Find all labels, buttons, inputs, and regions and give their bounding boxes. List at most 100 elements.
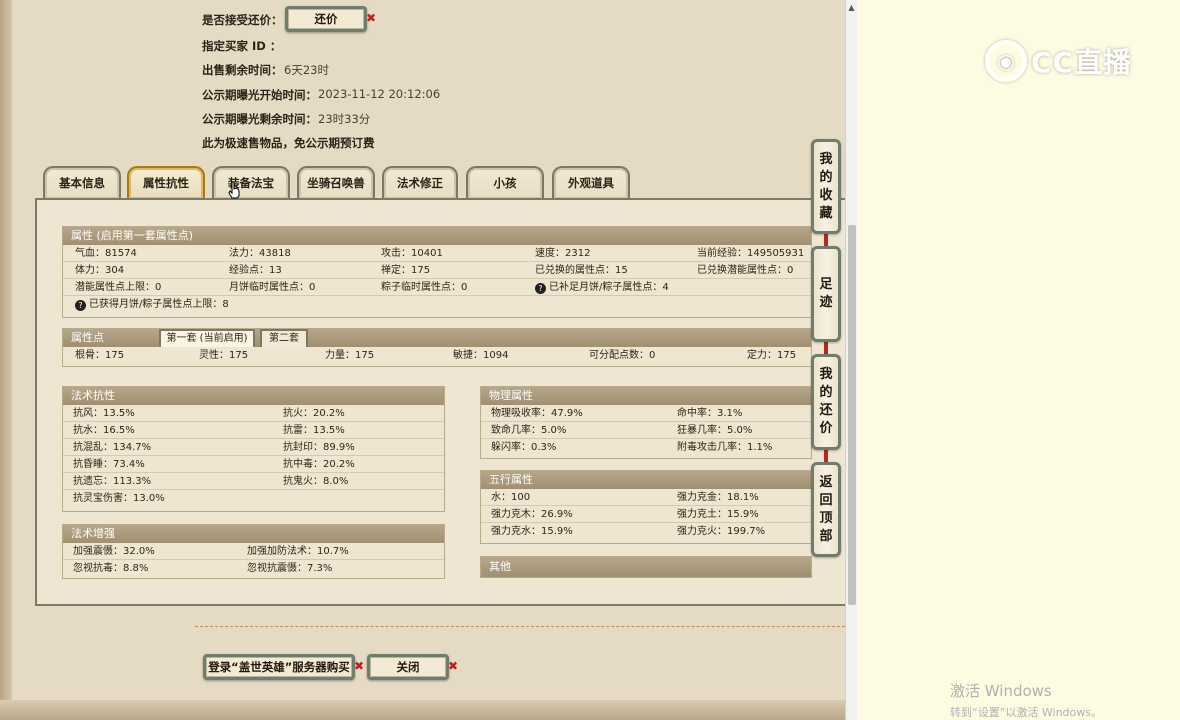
close-button[interactable]: 关闭 xyxy=(367,654,449,680)
my-counter-offers-button[interactable]: 我的还价 xyxy=(811,354,841,450)
counter-offer-button[interactable]: 还价 xyxy=(285,6,367,32)
spell-resist-header: 法术抗性 xyxy=(63,387,444,405)
resist-poison: 抗中毒：20.2% xyxy=(283,459,355,470)
attributes-section: 属性 (启用第一套属性点) 气血：81574 法力：43818 攻击：10401… xyxy=(62,226,812,318)
spell-boost-header: 法术增强 xyxy=(63,525,444,543)
table-row: 体力：304 经验点：13 禅定：175 已兑换的属性点：15 已兑换潜能属性点… xyxy=(63,262,811,279)
stat-exchanged-points: 已兑换的属性点：15 xyxy=(535,265,628,276)
buyer-id-label: 指定买家 ID ： xyxy=(202,39,282,53)
left-border xyxy=(0,0,12,720)
phys-crit: 致命几率：5.0% xyxy=(491,425,567,436)
phys-poison-attack: 附毒攻击几率：1.1% xyxy=(677,442,773,453)
resist-water: 抗水：16.5% xyxy=(73,425,135,436)
vertical-scrollbar[interactable]: ▲ xyxy=(845,0,857,720)
fast-sale-note: 此为极速售物品，免公示期预订费 xyxy=(202,136,375,150)
subtab-second-set[interactable]: 第二套 xyxy=(260,329,308,347)
table-row: 抗混乱：134.7% 抗封印：89.9% xyxy=(63,439,444,456)
stat-free-points: 可分配点数：0 xyxy=(589,350,656,361)
stat-strength: 力量：175 xyxy=(325,350,375,361)
table-row: 致命几率：5.0% 狂暴几率：5.0% xyxy=(481,422,811,439)
exposure-remaining-value: 23时33分 xyxy=(318,112,371,126)
question-icon[interactable]: ? xyxy=(535,283,546,294)
stat-exp: 当前经验：149505931 xyxy=(697,248,805,259)
scroll-up-arrow-icon[interactable]: ▲ xyxy=(846,2,857,13)
table-row: 强力克木：26.9% 强力克土：15.9% xyxy=(481,506,811,523)
phys-absorb: 物理吸收率：47.9% xyxy=(491,408,583,419)
tab-basic-info[interactable]: 基本信息 xyxy=(43,166,121,199)
accept-counter-label: 是否接受还价： xyxy=(202,13,283,27)
table-row: 潜能属性点上限：0 月饼临时属性点：0 粽子临时属性点：0 ? 已补足月饼/粽子属… xyxy=(63,279,811,296)
counter-metal: 强力克金：18.1% xyxy=(677,492,759,503)
ignore-shock: 忽视抗震慑：7.3% xyxy=(247,563,333,574)
table-row: 物理吸收率：47.9% 命中率：3.1% xyxy=(481,405,811,422)
close-x-icon: ✖ xyxy=(354,659,365,673)
resist-ghostfire: 抗鬼火：8.0% xyxy=(283,476,349,487)
resist-sleep: 抗昏睡：73.4% xyxy=(73,459,145,470)
table-row: 水：100 强力克金：18.1% xyxy=(481,489,811,506)
stat-stamina: 体力：304 xyxy=(75,265,125,276)
table-row: 抗遗忘：113.3% 抗鬼火：8.0% xyxy=(63,473,444,490)
table-row: 抗昏睡：73.4% 抗中毒：20.2% xyxy=(63,456,444,473)
resist-wind: 抗风：13.5% xyxy=(73,408,135,419)
resist-seal: 抗封印：89.9% xyxy=(283,442,355,453)
spell-boost-section: 法术增强 加强震慑：32.0% 加强加防法术：10.7% 忽视抗毒：8.8% 忽视抗… xyxy=(62,524,445,579)
subtab-first-set[interactable]: 第一套 (当前启用) xyxy=(159,329,255,347)
divider xyxy=(195,626,845,627)
resist-fire: 抗火：20.2% xyxy=(283,408,345,419)
table-row: 抗水：16.5% 抗雷：13.5% xyxy=(63,422,444,439)
windows-activation-watermark: 激活 Windows 转到“设置”以激活 Windows。 xyxy=(950,680,1102,720)
right-background xyxy=(857,0,1180,720)
close-x-icon: ✖ xyxy=(448,659,459,673)
table-row: ? 已获得月饼/粽子属性点上限：8 xyxy=(63,296,811,313)
table-row: 躲闪率：0.3% 附毒攻击几率：1.1% xyxy=(481,439,811,456)
table-row: 抗灵宝伤害：13.0% xyxy=(63,490,444,507)
table-row: 忽视抗毒：8.8% 忽视抗震慑：7.3% xyxy=(63,560,444,577)
cursor-hand-icon xyxy=(228,181,240,199)
stat-focus: 定力：175 xyxy=(747,350,797,361)
stat-mooncake-temp: 月饼临时属性点：0 xyxy=(229,282,316,293)
phys-rage: 狂暴几率：5.0% xyxy=(677,425,753,436)
exposure-start-label: 公示期曝光开始时间： xyxy=(202,88,317,102)
scroll-thumb[interactable] xyxy=(848,225,856,605)
physical-header: 物理属性 xyxy=(481,387,811,405)
back-to-top-button[interactable]: 返回顶部 xyxy=(811,462,841,557)
remaining-time-value: 6天23时 xyxy=(284,63,329,77)
counter-earth: 强力克土：15.9% xyxy=(677,509,759,520)
stat-exp-points: 经验点：13 xyxy=(229,265,282,276)
stat-potential-cap: 潜能属性点上限：0 xyxy=(75,282,162,293)
tab-child[interactable]: 小孩 xyxy=(466,166,544,199)
other-header[interactable]: 其他 xyxy=(481,557,811,577)
resist-treasure: 抗灵宝伤害：13.0% xyxy=(73,493,165,504)
other-section: 其他 xyxy=(480,556,812,578)
stat-refilled-points: ? 已补足月饼/粽子属性点：4 xyxy=(535,279,669,296)
stat-agility: 敏捷：1094 xyxy=(453,350,509,361)
element-water: 水：100 xyxy=(491,492,531,503)
tab-mount-summon[interactable]: 坐骑召唤兽 xyxy=(297,166,375,199)
five-elements-section: 五行属性 水：100 强力克金：18.1% 强力克木：26.9% 强力克土：15.9… xyxy=(480,470,812,544)
close-x-icon: ✖ xyxy=(366,11,377,25)
stat-spirit: 灵性：175 xyxy=(199,350,249,361)
tab-equipment[interactable]: 装备法宝 xyxy=(212,166,290,199)
my-favorites-button[interactable]: 我的收藏 xyxy=(811,139,841,234)
boost-shock: 加强震慑：32.0% xyxy=(73,546,155,557)
tab-attributes-resist[interactable]: 属性抗性 xyxy=(127,166,205,199)
boost-defense: 加强加防法术：10.7% xyxy=(247,546,349,557)
stat-hp: 气血：81574 xyxy=(75,248,137,259)
phys-hit: 命中率：3.1% xyxy=(677,408,743,419)
exposure-start-value: 2023-11-12 20:12:06 xyxy=(318,87,441,101)
question-icon[interactable]: ? xyxy=(75,300,86,311)
table-row: 加强震慑：32.0% 加强加防法术：10.7% xyxy=(63,543,444,560)
stat-meditation: 禅定：175 xyxy=(381,265,431,276)
stat-points-cap-note: ? 已获得月饼/粽子属性点上限：8 xyxy=(75,296,229,313)
resist-chaos: 抗混乱：134.7% xyxy=(73,442,152,453)
footprints-button[interactable]: 足迹 xyxy=(811,246,841,342)
table-row: 抗风：13.5% 抗火：20.2% xyxy=(63,405,444,422)
spell-resist-section: 法术抗性 抗风：13.5% 抗火：20.2% 抗水：16.5% 抗雷：13.5% 抗… xyxy=(62,386,445,512)
login-buy-button[interactable]: 登录“盖世英雄”服务器购买 xyxy=(203,654,355,680)
tab-spell-correction[interactable]: 法术修正 xyxy=(382,166,458,199)
cc-logo: ◉ CC直播 xyxy=(985,38,1132,84)
tab-appearance-items[interactable]: 外观道具 xyxy=(552,166,630,199)
table-row: 强力克水：15.9% 强力克火：199.7% xyxy=(481,523,811,540)
phys-dodge: 躲闪率：0.3% xyxy=(491,442,557,453)
stat-attack: 攻击：10401 xyxy=(381,248,443,259)
